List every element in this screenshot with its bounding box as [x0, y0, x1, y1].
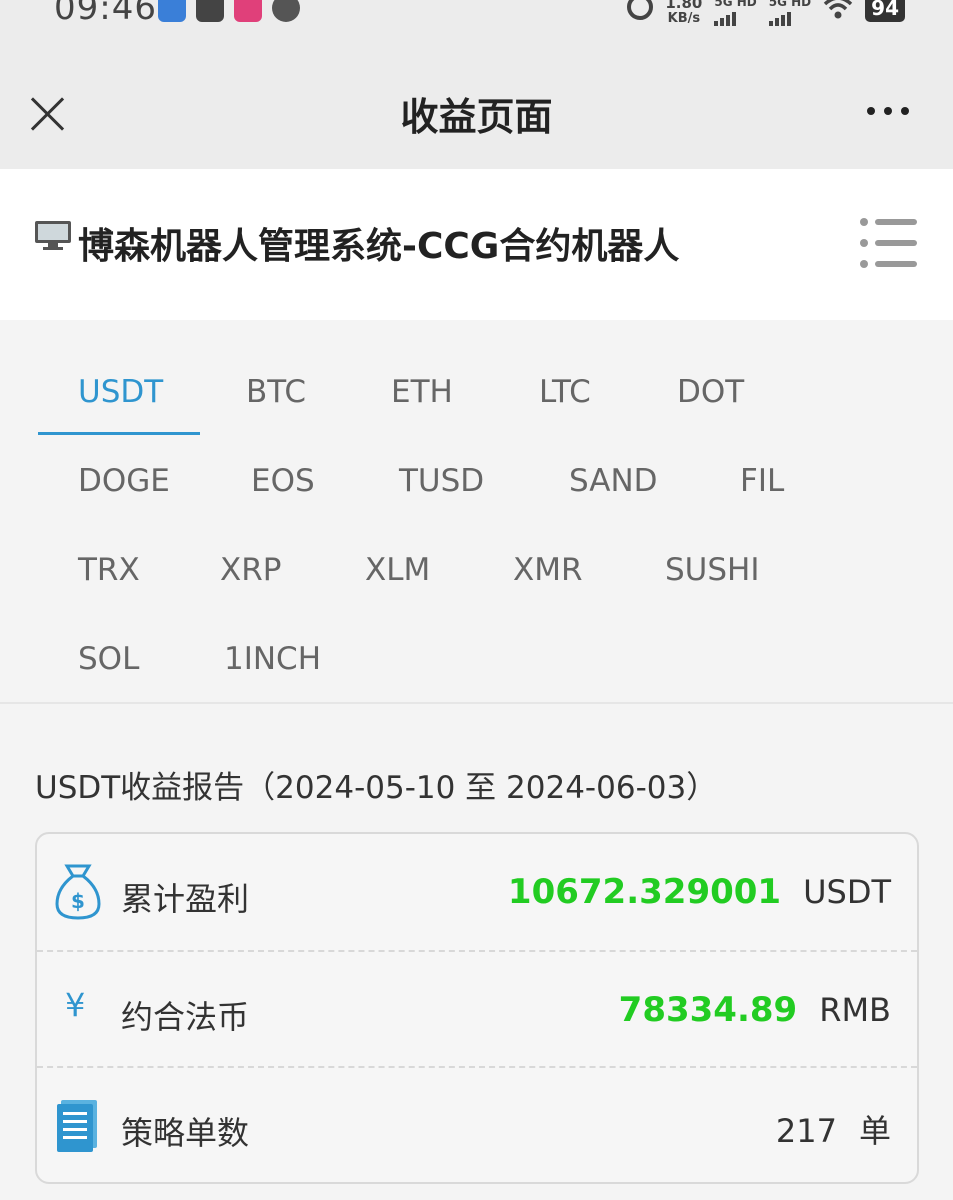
net-speed-unit: KB/s [667, 11, 701, 26]
active-tab-indicator [38, 432, 200, 435]
status-indicators: 1.80 KB/s 5G HD 5G HD 94 [627, 0, 905, 26]
orders-value: 217 [775, 1112, 837, 1150]
orders-label: 策略单数 [121, 1114, 250, 1152]
svg-text:$: $ [71, 889, 85, 913]
net-speed: 1.80 KB/s [665, 0, 702, 26]
nav-bar: 收益页面 [0, 34, 953, 169]
signal-2-label: 5G HD [768, 0, 812, 9]
notification-icons [158, 0, 300, 22]
system-title: 博森机器人管理系统-CCG合约机器人 [78, 226, 680, 267]
fiat-label: 约合法币 [121, 998, 250, 1036]
tab-fil[interactable]: FIL [740, 463, 784, 499]
app-notification-icon [158, 0, 186, 22]
alarm-icon [627, 0, 654, 20]
list-menu-icon[interactable] [859, 217, 919, 269]
status-time: 09:46 [54, 0, 157, 28]
tab-usdt[interactable]: USDT [78, 374, 163, 410]
yuan-icon: ¥ [65, 986, 86, 1024]
report-card: $ 累计盈利 10672.329001 USDT ¥ 约合法币 78334.89… [35, 832, 919, 1184]
tab-xlm[interactable]: XLM [365, 552, 430, 588]
profit-value: 10672.329001 [507, 872, 782, 912]
money-bag-icon: $ [55, 864, 101, 920]
battery-indicator: 94 [865, 0, 905, 22]
report-row-fiat: ¥ 约合法币 78334.89 RMB [37, 950, 917, 1066]
tab-trx[interactable]: TRX [78, 552, 140, 588]
tab-1inch[interactable]: 1INCH [224, 641, 321, 677]
monitor-icon [35, 221, 71, 250]
tab-btc[interactable]: BTC [246, 374, 306, 410]
signal-1: 5G HD [714, 0, 757, 26]
fiat-unit: RMB [819, 991, 891, 1029]
page-title: 收益页面 [400, 95, 553, 139]
tab-tusd[interactable]: TUSD [399, 463, 484, 499]
orders-unit: 单 [858, 1112, 891, 1150]
more-icon[interactable] [867, 107, 909, 115]
report-row-profit: $ 累计盈利 10672.329001 USDT [37, 834, 917, 950]
report-row-orders: 策略单数 217 单 [37, 1066, 917, 1182]
tab-xrp[interactable]: XRP [220, 552, 281, 588]
app-notification-icon [196, 0, 224, 22]
tab-doge[interactable]: DOGE [78, 463, 170, 499]
signal-bars-icon [768, 10, 811, 26]
signal-2: 5G HD [768, 0, 812, 26]
fiat-value: 78334.89 [618, 990, 798, 1030]
document-icon [57, 1100, 97, 1152]
currency-tabs: USDT BTC ETH LTC DOT DOGE EOS TUSD SAND … [0, 320, 953, 702]
signal-bars-icon [714, 10, 756, 26]
tab-dot[interactable]: DOT [677, 374, 744, 410]
tab-sol[interactable]: SOL [78, 641, 139, 677]
report-title: USDT收益报告（2024-05-10 至 2024-06-03） [35, 770, 718, 806]
tab-xmr[interactable]: XMR [513, 552, 583, 588]
profit-label: 累计盈利 [121, 880, 250, 918]
tab-sushi[interactable]: SUSHI [665, 552, 760, 588]
app-notification-icon [272, 0, 300, 22]
tab-eth[interactable]: ETH [391, 374, 453, 410]
profit-unit: USDT [803, 873, 891, 911]
signal-1-label: 5G HD [714, 0, 757, 9]
tab-ltc[interactable]: LTC [539, 374, 591, 410]
app-header: 博森机器人管理系统-CCG合约机器人 [0, 169, 953, 320]
status-bar: 09:46 1.80 KB/s 5G HD 5G HD 94 [0, 0, 953, 34]
tab-sand[interactable]: SAND [569, 463, 658, 499]
net-speed-value: 1.80 [665, 0, 703, 12]
wifi-icon [823, 0, 853, 19]
app-notification-icon [234, 0, 262, 22]
tab-eos[interactable]: EOS [251, 463, 315, 499]
report-section: USDT收益报告（2024-05-10 至 2024-06-03） $ 累计盈利… [0, 704, 953, 1200]
